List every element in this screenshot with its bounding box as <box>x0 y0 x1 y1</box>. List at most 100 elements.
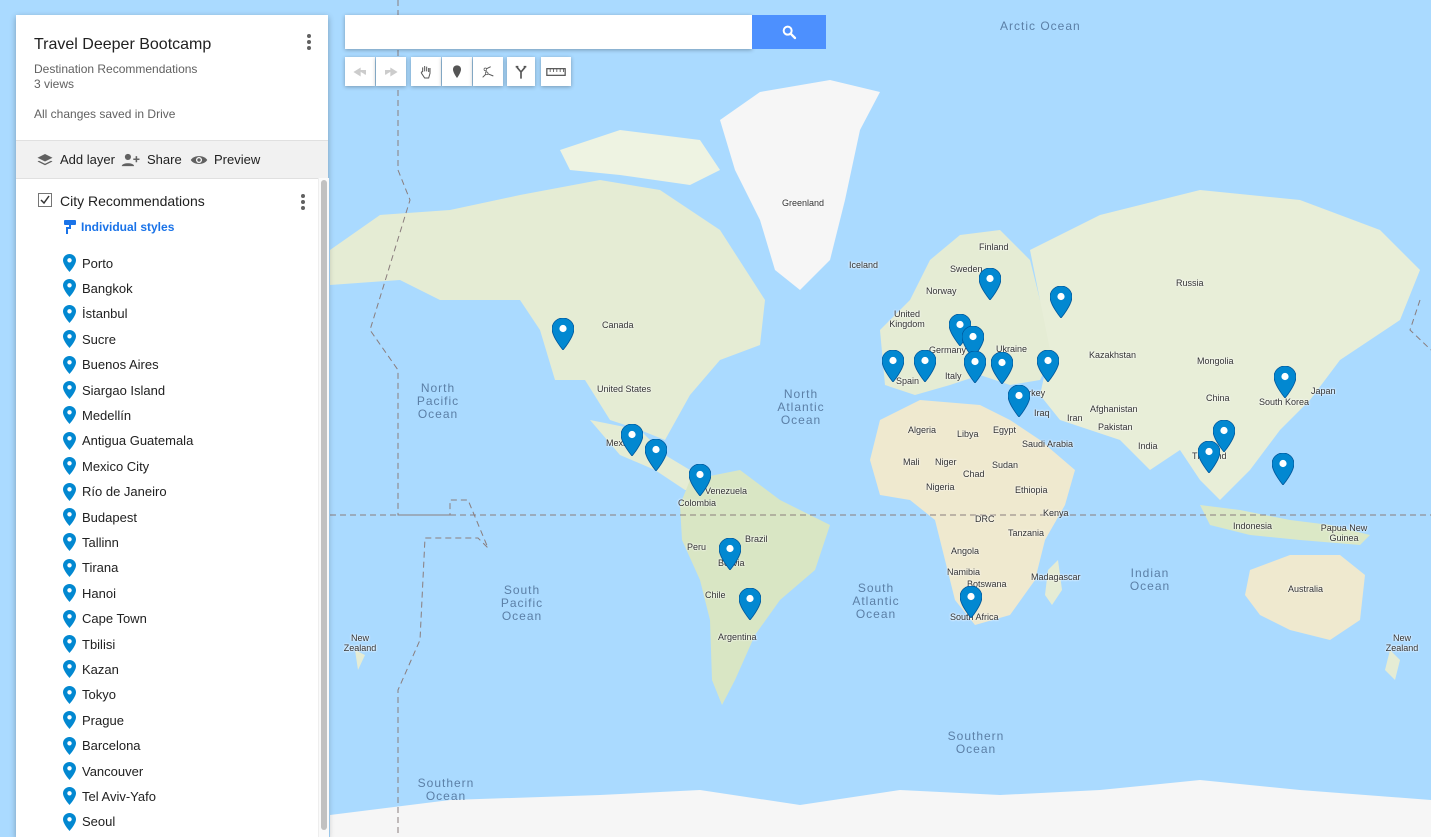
layer-list-item[interactable]: Tirana <box>63 557 118 579</box>
layer-list-item[interactable]: Tbilisi <box>63 633 115 655</box>
layer-visibility-checkbox[interactable] <box>38 193 52 207</box>
draw-line-button[interactable] <box>473 57 503 86</box>
map-label: China <box>1206 393 1230 403</box>
layer-list-item[interactable]: Barcelona <box>63 735 141 757</box>
map-label: Chad <box>963 469 985 479</box>
marker-icon <box>63 457 76 476</box>
map-pin-marker[interactable] <box>1036 349 1060 383</box>
layer-list-item[interactable]: Buenos Aires <box>63 354 159 376</box>
layer-list-item[interactable]: Tallinn <box>63 531 119 553</box>
marker-icon <box>63 508 76 526</box>
map-label: Ethiopia <box>1015 485 1048 495</box>
layer-options-menu-icon[interactable] <box>293 192 313 212</box>
map-options-menu-icon[interactable] <box>299 32 319 52</box>
redo-button[interactable] <box>376 57 406 86</box>
map-pin-marker[interactable] <box>881 349 905 383</box>
map-label: Madagascar <box>1031 572 1081 582</box>
share-label: Share <box>147 152 182 167</box>
marker-icon <box>63 406 76 425</box>
add-marker-button[interactable] <box>442 57 472 86</box>
layer-list-item[interactable]: Prague <box>63 709 124 731</box>
map-label: Namibia <box>947 567 981 577</box>
directions-button[interactable] <box>507 57 535 86</box>
pan-tool-button[interactable] <box>411 57 441 86</box>
place-name: Siargao Island <box>82 382 166 398</box>
map-pin-marker[interactable] <box>1049 285 1073 319</box>
layer-list-item[interactable]: Sucre <box>63 328 116 350</box>
marker-icon <box>63 787 76 806</box>
marker-icon <box>63 304 76 323</box>
place-name: Tokyo <box>82 687 116 703</box>
marker-icon <box>63 558 76 577</box>
map-side-panel: Travel Deeper Bootcamp Destination Recom… <box>16 15 329 837</box>
map-pin-marker[interactable] <box>644 438 668 472</box>
save-status: All changes saved in Drive <box>34 107 176 121</box>
draw-line-icon <box>482 65 494 78</box>
map-pin-marker[interactable] <box>1273 365 1297 399</box>
map-description[interactable]: Destination Recommendations <box>34 62 197 76</box>
layer-list-item[interactable]: Antigua Guatemala <box>63 430 193 452</box>
map-pin-marker[interactable] <box>1007 384 1031 418</box>
ruler-icon <box>546 67 566 76</box>
layer-list-item[interactable]: Tokyo <box>63 684 116 706</box>
map-pin-marker[interactable] <box>1197 440 1221 474</box>
panel-scroll-thumb[interactable] <box>321 180 327 830</box>
place-name: Porto <box>82 255 114 271</box>
layer-list-item[interactable]: Kazan <box>63 658 119 680</box>
map-pin-marker[interactable] <box>1271 452 1295 486</box>
map-label: South Korea <box>1259 397 1310 407</box>
place-name: Tirana <box>82 560 119 576</box>
marker-icon <box>63 711 76 730</box>
redo-icon <box>385 66 398 77</box>
layer-list-item[interactable]: Porto <box>63 252 113 274</box>
search-button[interactable] <box>752 15 826 49</box>
map-pin-marker[interactable] <box>959 585 983 619</box>
map-pin-marker[interactable] <box>718 537 742 571</box>
panel-scrollbar[interactable] <box>318 178 329 837</box>
search-input[interactable] <box>345 15 752 49</box>
layer-list-item[interactable]: İstanbul <box>63 303 128 325</box>
map-pin-marker[interactable] <box>913 349 937 383</box>
layer-list-item[interactable]: Seoul <box>63 811 115 833</box>
map-label: Italy <box>945 371 962 381</box>
map-pin-marker[interactable] <box>738 587 762 621</box>
layer-list-item[interactable]: Bangkok <box>63 277 133 299</box>
map-label: Tanzania <box>1008 528 1045 538</box>
map-label: Brazil <box>745 534 768 544</box>
preview-button[interactable]: Preview <box>190 141 260 178</box>
map-pin-marker[interactable] <box>688 463 712 497</box>
layer-city-recommendations: City Recommendations Individual styles P… <box>16 178 316 837</box>
share-button[interactable]: Share <box>121 141 182 178</box>
map-label: Venezuela <box>705 486 748 496</box>
ocean-label-north-atlantic: North Atlantic Ocean <box>777 387 825 427</box>
map-label: Indonesia <box>1233 521 1273 531</box>
place-name: Bangkok <box>82 280 133 296</box>
ocean-label-southern-2: Southern Ocean <box>417 776 475 803</box>
undo-button[interactable] <box>345 57 375 86</box>
map-pin-marker[interactable] <box>551 317 575 351</box>
layer-title[interactable]: City Recommendations <box>60 193 205 209</box>
layer-list-item[interactable]: Hanoi <box>63 582 116 604</box>
map-pin-marker[interactable] <box>620 423 644 457</box>
map-title[interactable]: Travel Deeper Bootcamp <box>34 36 211 54</box>
layer-list-item[interactable]: Mexico City <box>63 455 149 477</box>
map-pin-marker[interactable] <box>978 267 1002 301</box>
layer-list-item[interactable]: Medellín <box>63 404 131 426</box>
add-layer-button[interactable]: Add layer <box>36 141 115 178</box>
layer-list-item[interactable]: Cape Town <box>63 608 147 630</box>
add-person-icon <box>121 153 140 166</box>
map-pin-marker[interactable] <box>963 350 987 384</box>
individual-styles-link[interactable]: Individual styles <box>63 219 174 235</box>
map-label: Pakistan <box>1098 422 1133 432</box>
layer-list-item[interactable]: Budapest <box>63 506 137 528</box>
layer-list-item[interactable]: Vancouver <box>63 760 143 782</box>
map-label: Algeria <box>908 425 937 435</box>
map-label: Kenya <box>1043 508 1069 518</box>
search-icon <box>782 25 797 40</box>
layer-list-item[interactable]: Río de Janeiro <box>63 481 167 503</box>
layer-list-item[interactable]: Tel Aviv-Yafo <box>63 785 156 807</box>
map-pin-marker[interactable] <box>990 351 1014 385</box>
map-label: Egypt <box>993 425 1017 435</box>
layer-list-item[interactable]: Siargao Island <box>63 379 165 401</box>
measure-button[interactable] <box>541 57 571 86</box>
